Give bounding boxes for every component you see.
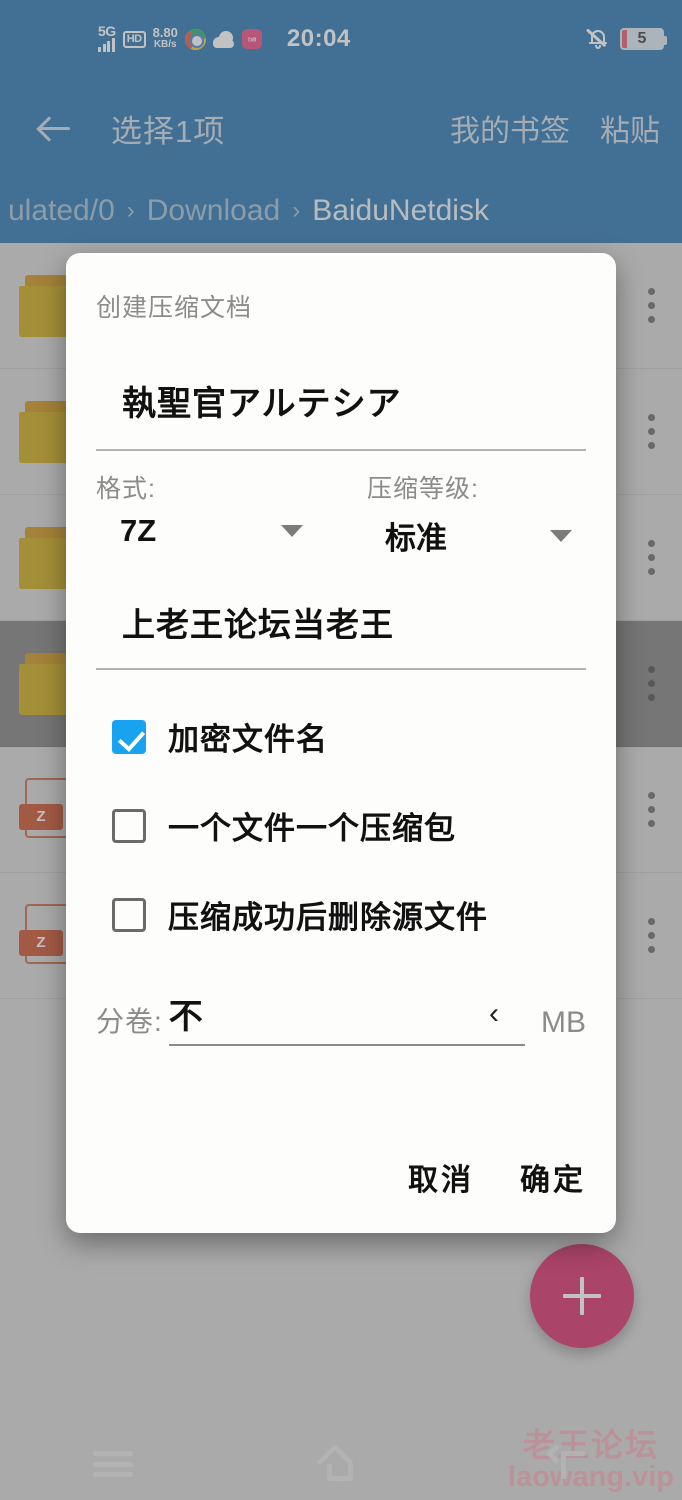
checkbox-one-archive-per-file[interactable]	[112, 808, 146, 843]
format-label: 格式:	[96, 475, 156, 503]
checkbox-row-delete-source[interactable]: 压缩成功后删除源文件	[112, 892, 586, 937]
create-archive-dialog: 创建压缩文档 執聖官アルテシア 格式: 7Z 压缩等级: 标准 上老王论坛当老王…	[66, 253, 616, 1233]
split-volume-input[interactable]: 不 ‹	[168, 989, 525, 1046]
checkbox-label-one-archive-per-file: 一个文件一个压缩包	[168, 811, 456, 846]
split-volume-label: 分卷:	[96, 1006, 163, 1037]
divider	[96, 449, 586, 451]
level-value: 标准	[385, 521, 447, 556]
dialog-selects: 格式: 7Z 压缩等级: 标准	[96, 469, 586, 558]
checkbox-delete-source[interactable]	[112, 897, 146, 932]
password-input[interactable]: 上老王论坛当老王	[122, 598, 586, 646]
checkbox-row-encrypt-filenames[interactable]: 加密文件名	[112, 714, 586, 759]
checkbox-label-encrypt-filenames: 加密文件名	[168, 722, 328, 757]
format-select-group: 格式: 7Z	[96, 469, 341, 558]
level-select-group: 压缩等级: 标准	[341, 469, 586, 558]
archive-name-input[interactable]: 執聖官アルテシア	[122, 376, 586, 425]
chevron-down-icon	[281, 525, 303, 537]
divider	[96, 668, 586, 670]
checkbox-encrypt-filenames[interactable]	[112, 719, 146, 754]
format-select[interactable]: 7Z	[96, 513, 341, 549]
chevron-down-icon	[550, 529, 572, 542]
checkbox-row-one-archive-per-file[interactable]: 一个文件一个压缩包	[112, 803, 586, 848]
split-volume-row: 分卷: 不 ‹ MB	[96, 989, 586, 1046]
checkbox-label-delete-source: 压缩成功后删除源文件	[168, 900, 488, 935]
level-select[interactable]: 标准	[341, 513, 586, 558]
format-value: 7Z	[120, 513, 157, 548]
chevron-left-icon[interactable]: ‹	[489, 998, 499, 1029]
dialog-title: 创建压缩文档	[96, 294, 253, 322]
split-volume-value: 不	[168, 998, 203, 1036]
dialog-buttons: 取消 确定	[96, 1155, 586, 1199]
cancel-button[interactable]: 取消	[408, 1155, 474, 1199]
split-volume-unit: MB	[541, 1006, 586, 1039]
confirm-button[interactable]: 确定	[520, 1155, 586, 1199]
level-label: 压缩等级:	[367, 475, 479, 503]
